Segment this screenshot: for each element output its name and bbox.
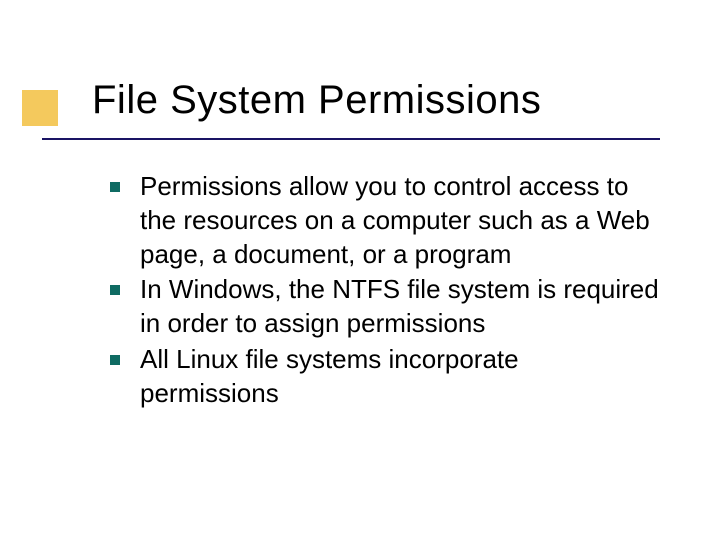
title-area: File System Permissions [92,78,680,129]
list-item: Permissions allow you to control access … [110,170,660,271]
accent-block [22,90,58,126]
list-item: In Windows, the NTFS file system is requ… [110,273,660,341]
title-underline [42,138,660,140]
slide-title: File System Permissions [92,78,680,123]
slide-body: Permissions allow you to control access … [110,170,660,413]
bullet-text: All Linux file systems incorporate permi… [140,343,660,411]
bullet-text: In Windows, the NTFS file system is requ… [140,273,660,341]
list-item: All Linux file systems incorporate permi… [110,343,660,411]
bullet-text: Permissions allow you to control access … [140,170,660,271]
square-bullet-icon [110,355,120,365]
square-bullet-icon [110,285,120,295]
slide: File System Permissions Permissions allo… [0,0,720,540]
square-bullet-icon [110,182,120,192]
